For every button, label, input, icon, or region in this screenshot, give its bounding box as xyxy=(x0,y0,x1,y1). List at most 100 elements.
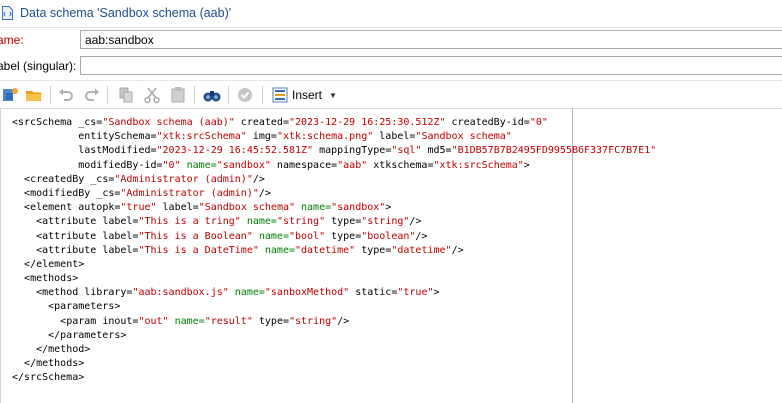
code-line: <attribute label="This is a DateTime" na… xyxy=(12,244,656,258)
code-line: entitySchema="xtk:srcSchema" img="xtk:sc… xyxy=(12,130,656,144)
code-line: <method library="aab:sandbox.js" name="s… xyxy=(12,286,656,300)
code-token-val: "string" xyxy=(361,216,410,228)
code-token-attr: created= xyxy=(234,117,289,128)
code-line: <modifiedBy _cs="Administrator (admin)"/… xyxy=(12,187,656,201)
code-token-name: name= xyxy=(258,244,295,256)
title-bar: Data schema 'Sandbox schema (aab)' xyxy=(0,0,782,28)
code-token-val: "string" xyxy=(288,315,338,327)
code-token-attr: inout= xyxy=(102,315,139,327)
editor-toolbar: Insert ▼ xyxy=(0,80,782,109)
code-token-val: "2023-12-29 16:45:52.581Z" xyxy=(156,145,314,157)
code-token-tag: </method> xyxy=(36,344,91,355)
code-token-attr: static= xyxy=(349,287,398,299)
code-token-attr: label= xyxy=(156,202,199,214)
code-token-val: "boolean" xyxy=(361,230,416,242)
open-folder-icon[interactable] xyxy=(24,85,44,105)
toolbar-separator xyxy=(194,86,195,104)
code-token-tag: <methods> xyxy=(24,273,79,285)
code-token-tag: <createdBy xyxy=(24,173,91,185)
schema-document-icon xyxy=(2,6,13,20)
undo-icon[interactable] xyxy=(56,85,76,105)
code-token-attr: mappingType= xyxy=(313,145,392,157)
code-token-val: "xtk:schema.png" xyxy=(276,131,374,143)
code-token-val: "This is a Boolean" xyxy=(138,230,253,242)
code-line: </parameters> xyxy=(12,329,656,343)
code-token-val: "aab:sandbox.js" xyxy=(132,287,229,299)
insert-label: Insert xyxy=(292,88,323,102)
new-schema-icon[interactable] xyxy=(1,85,21,105)
code-token-name: name= xyxy=(180,159,217,171)
code-token-tag: </parameters> xyxy=(48,329,127,341)
code-token-val: "datetime" xyxy=(391,244,452,256)
code-token-attr: namespace= xyxy=(270,159,338,171)
editor-left-border xyxy=(0,108,1,403)
code-token-attr: _cs= xyxy=(78,117,103,128)
code-token-val: "true" xyxy=(397,287,434,299)
code-token-tag: <srcSchema xyxy=(12,117,79,128)
code-token-tag: > xyxy=(433,287,440,299)
find-icon[interactable] xyxy=(202,85,222,105)
code-token-tag: <parameters> xyxy=(48,301,121,313)
code-token-attr: md5= xyxy=(421,145,452,157)
code-line: </methods> xyxy=(12,357,656,371)
toolbar-separator xyxy=(50,86,51,104)
check-icon[interactable] xyxy=(235,85,255,105)
code-token-tag: <element xyxy=(24,202,79,214)
insert-icon xyxy=(272,87,288,103)
code-token-val: "result" xyxy=(204,315,253,327)
name-input[interactable] xyxy=(80,30,782,49)
code-token-val: "xtk:srcSchema" xyxy=(156,131,247,143)
code-token-attr: modifiedBy-id= xyxy=(78,159,163,171)
name-label: ame: xyxy=(0,33,24,47)
redo-icon[interactable] xyxy=(82,85,102,105)
code-token-val: "Administrator (admin)" xyxy=(120,187,259,199)
toolbar-separator xyxy=(228,86,229,104)
code-token-val: "sanboxMethod" xyxy=(264,287,350,299)
window-title: Data schema 'Sandbox schema (aab)' xyxy=(20,6,232,20)
insert-button[interactable]: Insert ▼ xyxy=(272,85,337,105)
code-token-val: "bool" xyxy=(288,230,326,242)
code-token-attr: autopk= xyxy=(78,202,121,214)
code-token-tag: /> xyxy=(337,315,350,327)
code-token-val: "B1DB57B7B2495FD9955B6F337FC7B7E1" xyxy=(451,145,657,157)
code-line: <srcSchema _cs="Sandbox schema (aab)" cr… xyxy=(12,116,656,130)
code-token-attr: createdBy-id= xyxy=(445,117,530,128)
code-token-val: "xtk:srcSchema" xyxy=(433,159,524,171)
code-token-tag: > xyxy=(385,202,392,214)
code-token-val: "Administrator (admin)" xyxy=(114,173,253,185)
code-token-attr: type= xyxy=(325,230,362,242)
code-token-tag: <attribute xyxy=(36,230,103,242)
code-token-val: "out" xyxy=(138,315,169,327)
code-token-val: "This is a tring" xyxy=(138,216,241,228)
name-row: ame: xyxy=(0,27,782,53)
code-token-tag: <attribute xyxy=(36,244,103,256)
code-token-tag: > xyxy=(523,159,530,171)
code-token-attr: img= xyxy=(246,131,277,143)
label-singular-label: abel (singular): xyxy=(0,59,77,73)
code-token-attr: lastModified= xyxy=(78,145,157,157)
code-token-name: name= xyxy=(168,315,205,327)
xml-editor[interactable]: <srcSchema _cs="Sandbox schema (aab)" cr… xyxy=(12,116,656,386)
code-token-val: "aab" xyxy=(337,159,368,171)
cut-icon[interactable] xyxy=(142,85,162,105)
code-token-tag: /> xyxy=(451,244,464,256)
paste-icon[interactable] xyxy=(168,85,188,105)
copy-icon[interactable] xyxy=(116,85,136,105)
code-token-tag: <modifiedBy xyxy=(24,187,97,199)
code-token-tag: <param xyxy=(60,315,103,327)
code-line: </element> xyxy=(12,258,656,272)
code-token-attr: xtkschema= xyxy=(367,159,434,171)
label-singular-input[interactable] xyxy=(80,56,782,75)
code-token-val: "sql" xyxy=(391,145,422,157)
code-token-attr: type= xyxy=(252,315,289,327)
code-token-name: name= xyxy=(228,287,265,299)
code-token-val: "Sandbox schema" xyxy=(198,202,295,214)
code-token-attr: entitySchema= xyxy=(78,131,157,143)
code-token-tag: <attribute xyxy=(36,216,103,228)
code-line: lastModified="2023-12-29 16:45:52.581Z" … xyxy=(12,144,656,158)
code-token-val: "datetime" xyxy=(295,244,356,256)
code-token-tag: </srcSchema> xyxy=(12,372,85,384)
code-line: </method> xyxy=(12,343,656,357)
code-token-val: "0" xyxy=(162,159,181,171)
code-token-val: "string" xyxy=(276,216,326,228)
